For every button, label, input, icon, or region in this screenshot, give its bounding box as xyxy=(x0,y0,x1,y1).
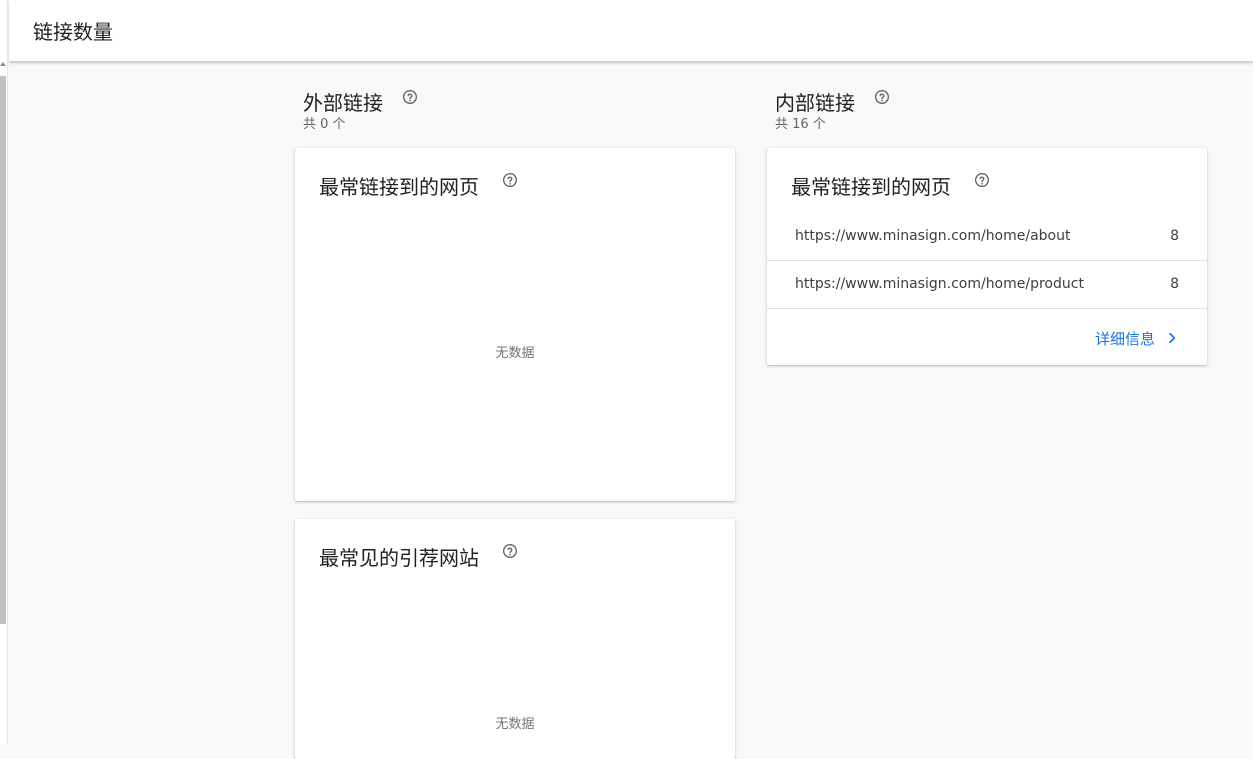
card-title: 最常链接到的网页 xyxy=(319,175,479,199)
table-row[interactable]: https://www.minasign.com/home/about 8 xyxy=(767,213,1207,261)
card-title: 最常见的引荐网站 xyxy=(319,546,479,570)
external-top-linked-pages-card: 最常链接到的网页 无数据 xyxy=(295,148,735,501)
help-circle-icon[interactable] xyxy=(402,89,418,105)
top-app-bar: 链接数量 xyxy=(9,0,1253,61)
row-url: https://www.minasign.com/home/product xyxy=(795,276,1084,292)
page-title: 链接数量 xyxy=(33,20,113,44)
internal-links-header: 内部链接 共 16 个 xyxy=(775,87,889,132)
details-link-label: 详细信息 xyxy=(1094,329,1155,348)
row-link-count: 8 xyxy=(1170,228,1179,244)
table-row[interactable]: https://www.minasign.com/home/product 8 xyxy=(767,261,1207,309)
row-link-count: 8 xyxy=(1170,276,1179,292)
help-circle-icon[interactable] xyxy=(874,89,890,105)
chevron-right-icon xyxy=(1169,332,1176,344)
no-data-text: 无数据 xyxy=(495,346,535,361)
external-top-linking-sites-card: 最常见的引荐网站 无数据 xyxy=(295,519,735,759)
internal-links-title: 内部链接 xyxy=(775,91,855,115)
card-title: 最常链接到的网页 xyxy=(791,175,951,199)
help-circle-icon[interactable] xyxy=(974,172,990,188)
help-circle-icon[interactable] xyxy=(502,172,518,188)
internal-top-linked-pages-card: 最常链接到的网页 https://www.minasign.com/home/a… xyxy=(767,148,1207,365)
external-links-title: 外部链接 xyxy=(303,91,383,115)
scrollbar-thumb[interactable] xyxy=(0,76,6,624)
details-link[interactable]: 详细信息 xyxy=(1095,328,1179,348)
external-links-count: 共 0 个 xyxy=(303,117,346,132)
scroll-up-arrow-icon[interactable] xyxy=(0,62,6,66)
internal-links-count: 共 16 个 xyxy=(775,117,826,132)
help-circle-icon[interactable] xyxy=(502,543,518,559)
no-data-text: 无数据 xyxy=(495,717,535,732)
left-scrollbar[interactable] xyxy=(0,0,8,744)
external-links-header: 外部链接 共 0 个 xyxy=(303,87,417,132)
row-url: https://www.minasign.com/home/about xyxy=(795,228,1071,244)
